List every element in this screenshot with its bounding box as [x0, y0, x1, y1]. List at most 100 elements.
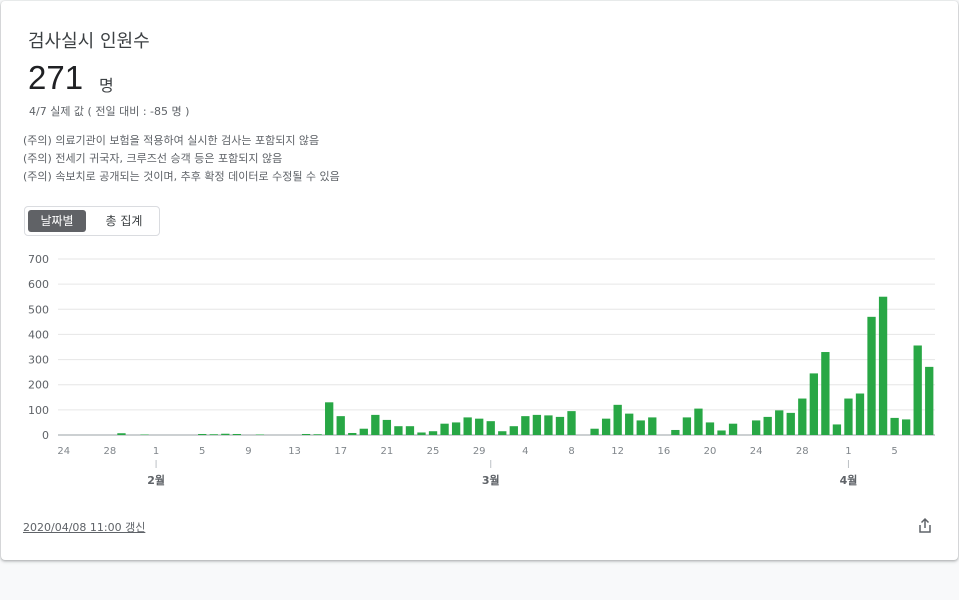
bar	[682, 417, 692, 435]
bar	[925, 366, 934, 435]
bar	[382, 419, 392, 435]
y-tick-label: 300	[28, 354, 49, 367]
bar	[348, 432, 357, 435]
bar	[613, 404, 622, 435]
bar	[325, 402, 334, 435]
bar	[694, 408, 703, 435]
bar	[671, 429, 680, 435]
bar	[625, 413, 634, 435]
month-label: 3월	[482, 473, 500, 487]
bar	[428, 431, 438, 435]
daily-toggle-button[interactable]: 날짜별	[28, 210, 86, 232]
share-icon[interactable]	[916, 517, 934, 535]
note-item: (주의) 의료기관이 보험을 적용하여 실시한 검사는 포함되지 않음	[23, 134, 320, 147]
bar	[878, 296, 888, 435]
bar	[867, 316, 876, 435]
bar	[913, 345, 922, 435]
bar	[198, 433, 207, 435]
bar	[463, 417, 472, 435]
bar	[313, 434, 322, 435]
y-tick-label: 600	[28, 278, 49, 291]
bar	[486, 421, 495, 435]
bar	[567, 411, 576, 435]
x-tick-label: 16	[657, 446, 670, 457]
y-tick-label: 0	[42, 429, 49, 442]
bar	[648, 417, 657, 435]
bar	[798, 398, 807, 435]
x-tick-label: 17	[334, 446, 347, 457]
notes: (주의) 의료기관이 보험을 적용하여 실시한 검사는 포함되지 않음 (주의)…	[23, 132, 340, 186]
x-tick-label: 29	[473, 446, 486, 457]
daily-tests-bar-chart: 0 100 200 300 400 500 600 700 24 28 1 5 9 13 17 21 25 29 4…	[28, 253, 935, 487]
x-tick-label: 20	[704, 446, 717, 457]
bar	[705, 422, 715, 435]
bar	[498, 431, 507, 435]
bar	[451, 422, 461, 435]
bar	[255, 434, 265, 435]
bar	[763, 416, 772, 435]
bar	[775, 410, 784, 435]
x-tick-label: 4	[522, 446, 528, 457]
bar	[359, 428, 368, 435]
bar	[890, 417, 899, 435]
note-item: (주의) 속보치로 공개되는 것이며, 추후 확정 데이터로 수정될 수 있음	[23, 170, 340, 183]
updated-timestamp-link[interactable]: 2020/04/08 11:00 갱신	[23, 519, 145, 535]
bar	[417, 432, 426, 435]
bar	[832, 424, 842, 435]
bar	[405, 426, 415, 435]
bar	[221, 433, 230, 435]
bar	[371, 414, 380, 435]
bar	[509, 426, 518, 435]
bar	[209, 434, 218, 435]
bar	[855, 393, 865, 435]
x-tick-label: 24	[750, 446, 763, 457]
total-toggle-button[interactable]: 총 집계	[91, 210, 157, 232]
view-toggle: 날짜별 총 집계	[24, 206, 160, 236]
y-tick-label: 700	[28, 253, 49, 266]
card-title: 검사실시 인원수	[28, 31, 150, 52]
bar	[555, 416, 565, 435]
bar	[140, 434, 149, 435]
bar	[751, 420, 761, 435]
bar	[786, 412, 795, 435]
bar	[532, 414, 542, 435]
x-tick-label: 28	[796, 446, 809, 457]
bar	[636, 420, 645, 435]
y-tick-label: 200	[28, 379, 49, 392]
value-unit: 명	[99, 76, 114, 95]
x-tick-label: 24	[57, 446, 70, 457]
bar	[590, 428, 599, 435]
y-tick-label: 500	[28, 303, 49, 316]
bar	[475, 418, 484, 435]
y-tick-label: 100	[28, 404, 49, 417]
x-tick-label: 1	[153, 446, 159, 457]
x-tick-label: 21	[381, 446, 394, 457]
bar	[440, 423, 449, 435]
x-tick-label: 5	[891, 446, 897, 457]
bar	[394, 426, 403, 435]
month-label: 2월	[147, 473, 165, 487]
bar	[232, 433, 242, 435]
x-tick-label: 25	[427, 446, 440, 457]
bar	[717, 430, 726, 435]
y-tick-label: 400	[28, 328, 49, 341]
x-tick-label: 5	[199, 446, 205, 457]
month-label: 4월	[840, 473, 858, 487]
total-value: 271	[28, 59, 84, 96]
bar	[336, 416, 345, 435]
testing-count-card: 검사실시 인원수 271 명 4/7 실제 값 ( 전일 대비 : -85 명 …	[1, 1, 958, 560]
bar	[728, 423, 738, 435]
bar	[301, 433, 311, 435]
x-tick-label: 13	[288, 446, 301, 457]
x-tick-label: 1	[845, 446, 851, 457]
x-tick-label: 9	[245, 446, 251, 457]
x-tick-label: 28	[104, 446, 117, 457]
bar	[901, 419, 911, 435]
bar	[544, 415, 553, 435]
bar	[521, 416, 530, 435]
bar	[844, 398, 853, 435]
x-tick-label: 8	[568, 446, 574, 457]
bar	[117, 433, 126, 435]
daily-change: 4/7 실제 값 ( 전일 대비 : -85 명 )	[29, 105, 190, 118]
bar	[601, 418, 611, 435]
